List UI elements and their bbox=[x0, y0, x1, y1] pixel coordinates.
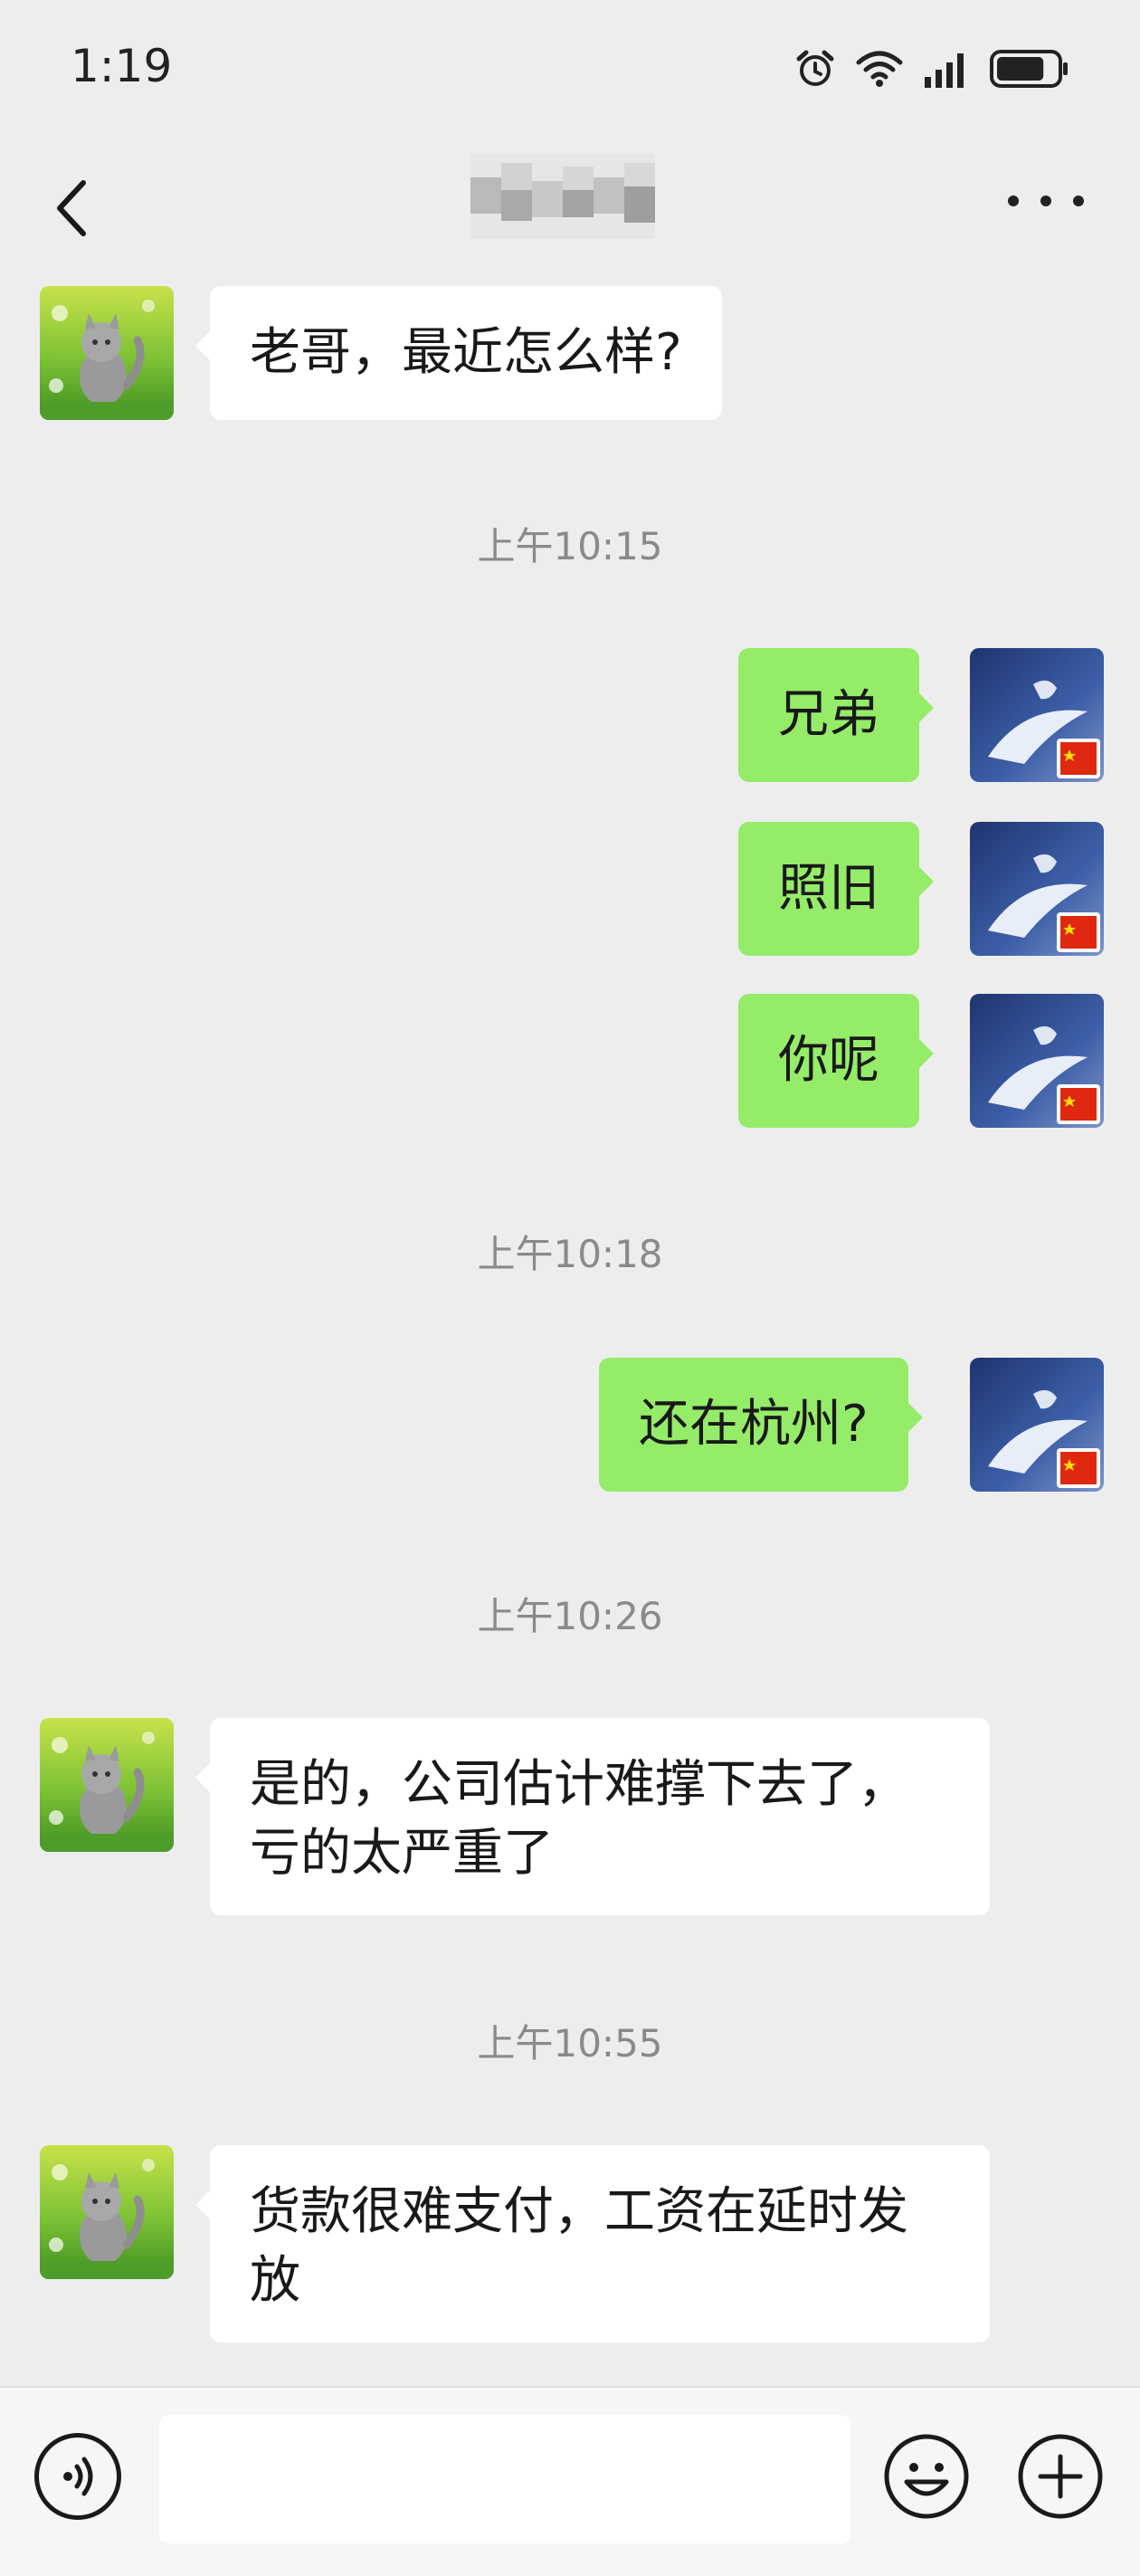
message-bubble-received[interactable]: 老哥，最近怎么样? bbox=[195, 286, 722, 420]
message-bubble-received[interactable]: 是的，公司估计难撑下去了， 亏的太严重了 bbox=[195, 1718, 990, 1915]
message-line: 放 bbox=[250, 2251, 300, 2310]
chevron-left-icon[interactable] bbox=[45, 172, 100, 244]
self-avatar[interactable] bbox=[970, 648, 1104, 782]
status-bar: 1:19 bbox=[0, 0, 1140, 136]
message-timestamp: 上午10:26 bbox=[477, 1594, 663, 1638]
message-bubble-sent[interactable]: 还在杭州? bbox=[599, 1358, 923, 1492]
input-bar bbox=[0, 2386, 1140, 2576]
message-line: 亏的太严重了 bbox=[250, 1824, 554, 1883]
plus-icon[interactable] bbox=[1017, 2433, 1104, 2520]
voice-icon[interactable] bbox=[34, 2433, 121, 2520]
contact-avatar[interactable] bbox=[40, 286, 174, 420]
battery-icon bbox=[990, 50, 1068, 88]
status-icons bbox=[794, 42, 1069, 96]
status-time: 1:19 bbox=[71, 40, 173, 92]
signal-icon bbox=[925, 53, 964, 88]
message-bubble-sent[interactable]: 照旧 bbox=[738, 822, 934, 956]
message-timestamp: 上午10:15 bbox=[477, 524, 663, 568]
message-bubble-sent[interactable]: 你呢 bbox=[738, 994, 934, 1128]
message-timestamp: 上午10:18 bbox=[477, 1232, 663, 1276]
contact-avatar[interactable] bbox=[40, 1718, 174, 1852]
alarm-icon bbox=[796, 50, 834, 86]
self-avatar[interactable] bbox=[970, 1358, 1104, 1492]
contact-avatar[interactable] bbox=[40, 2145, 174, 2279]
message-bubble-received[interactable]: 货款很难支付，工资在延时发 放 bbox=[195, 2145, 990, 2342]
self-avatar[interactable] bbox=[970, 822, 1104, 956]
wifi-icon bbox=[856, 51, 903, 87]
message-bubble-sent[interactable]: 兄弟 bbox=[738, 648, 934, 782]
emoji-icon[interactable] bbox=[883, 2433, 970, 2520]
self-avatar[interactable] bbox=[970, 994, 1104, 1128]
chat-title-blurred bbox=[470, 154, 655, 239]
more-icon[interactable] bbox=[1008, 190, 1084, 212]
message-input[interactable] bbox=[159, 2415, 850, 2543]
message-line: 货款很难支付，工资在延时发 bbox=[250, 2182, 908, 2241]
message-timestamp: 上午10:55 bbox=[477, 2021, 663, 2066]
message-line: 是的，公司估计难撑下去了， bbox=[250, 1755, 908, 1814]
